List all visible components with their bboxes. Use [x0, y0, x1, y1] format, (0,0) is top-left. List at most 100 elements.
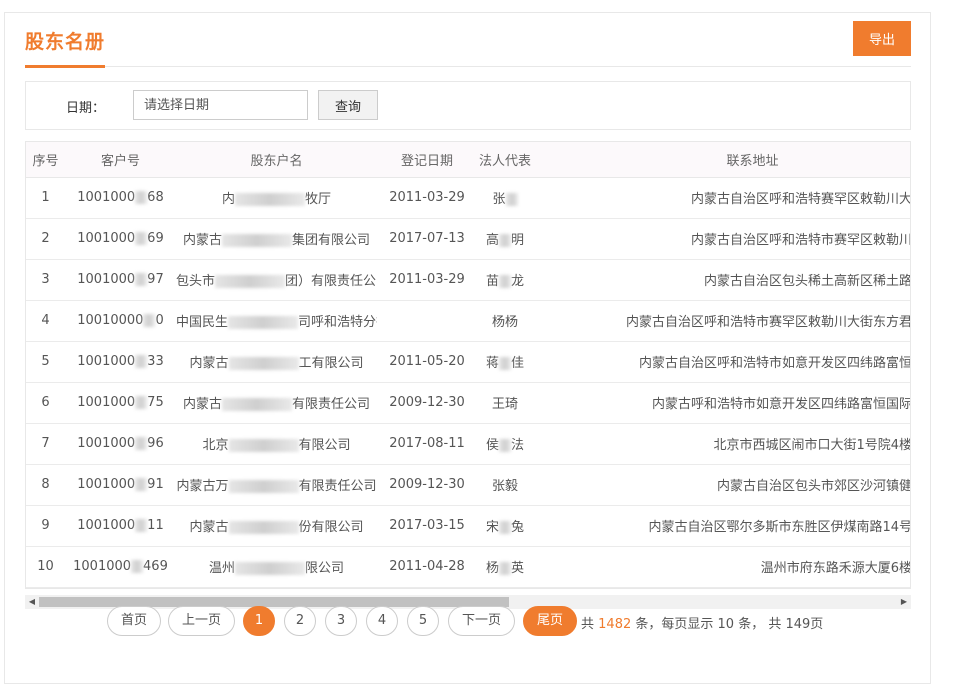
cell-address: 内蒙古自治区包头稀土高新区稀土路 — [533, 259, 910, 301]
cell-customer-id: 10010000 0 — [65, 300, 176, 342]
redacted-mask — [222, 398, 292, 411]
table-row: 2 1001000 69 内蒙古 集团有限公司 2017-07-13 高明内蒙古自治区呼和浩… — [26, 218, 910, 260]
col-header-customer-id: 客户号 — [65, 142, 176, 178]
cell-address: 内蒙古自治区呼和浩特市赛罕区敕勒川大街东方君 — [533, 300, 910, 342]
cell-account-name: 内牧厅 — [176, 177, 377, 219]
shareholder-panel: 股东名册 导出 日期： 查询 序号 客户号 股东户名 登记日期 法人代表 联系地… — [4, 12, 931, 684]
table-row: 9 1001000 11 内蒙古 份有限公司 2017-03-15 宋兔内蒙古自治区鄂尔多斯… — [26, 505, 910, 547]
cell-account-name: 内蒙古 份有限公司 — [176, 505, 377, 547]
cell-index: 4 — [26, 300, 65, 342]
col-header-legal-rep: 法人代表 — [477, 142, 533, 178]
total-count: 1482 — [598, 617, 632, 632]
redacted-mask — [135, 396, 148, 409]
redacted-mask — [499, 275, 511, 288]
title-bar: 股东名册 导出 — [25, 13, 911, 68]
table-row: 1 1001000 68 内牧厅 2011-03-29 张内蒙古自治区呼和浩特赛罕区敕勒川… — [26, 177, 910, 219]
cell-address: 内蒙古自治区呼和浩特市如意开发区四纬路富恒 — [533, 341, 910, 383]
cell-index: 3 — [26, 259, 65, 301]
last-page-button[interactable]: 尾页 — [523, 606, 577, 636]
cell-register-date — [377, 300, 477, 342]
next-page-button[interactable]: 下一页 — [448, 606, 515, 636]
table-row: 4100100000中国民生司呼和浩特分行 杨杨内蒙古自治区呼和浩特市赛罕区敕勒川… — [26, 300, 910, 342]
redacted-mask — [135, 191, 148, 204]
date-input[interactable] — [133, 90, 308, 120]
table-row: 5 1001000 33 内蒙古 工有限公司 2011-05-20 蒋佳内蒙古自治区呼和浩特… — [26, 341, 910, 383]
filter-bar: 日期： 查询 — [25, 81, 911, 130]
export-button[interactable]: 导出 — [853, 21, 911, 56]
cell-customer-id: 1001000 91 — [65, 464, 176, 506]
cell-account-name: 包头市团）有限责任公司 — [176, 259, 377, 301]
col-header-register-date: 登记日期 — [377, 142, 477, 178]
redacted-mask — [235, 562, 305, 575]
page-button-1[interactable]: 1 — [243, 606, 275, 636]
cell-register-date: 2009-12-30 — [377, 464, 477, 506]
first-page-button[interactable]: 首页 — [107, 606, 161, 636]
cell-index: 9 — [26, 505, 65, 547]
redacted-mask — [222, 234, 292, 247]
cell-address: 内蒙古自治区包头市郊区沙河镇健 — [533, 464, 910, 506]
cell-account-name: 内蒙古 有限责任公司 — [176, 382, 377, 424]
cell-index: 8 — [26, 464, 65, 506]
cell-account-name: 北京 有限公司 — [176, 423, 377, 465]
cell-register-date: 2017-07-13 — [377, 218, 477, 260]
cell-account-name: 内蒙古万 有限责任公司 — [176, 464, 377, 506]
redacted-mask — [499, 521, 511, 534]
redacted-mask — [505, 193, 518, 206]
cell-customer-id: 1001000 96 — [65, 423, 176, 465]
cell-customer-id: 1001000 11 — [65, 505, 176, 547]
cell-register-date: 2011-03-29 — [377, 259, 477, 301]
table-row: 10 1001000 469 温州 限公司 2011-04-28 杨英温州市府东路禾源大厦6… — [26, 546, 910, 588]
cell-customer-id: 1001000 75 — [65, 382, 176, 424]
cell-legal-rep: 宋兔 — [477, 505, 533, 547]
cell-legal-rep: 蒋佳 — [477, 341, 533, 383]
cell-index: 5 — [26, 341, 65, 383]
redacted-mask — [143, 314, 156, 327]
cell-legal-rep: 杨英 — [477, 546, 533, 588]
cell-register-date: 2017-08-11 — [377, 423, 477, 465]
cell-address: 内蒙古呼和浩特市如意开发区四纬路富恒国际 — [533, 382, 910, 424]
cell-account-name: 中国民生司呼和浩特分行 — [176, 300, 377, 342]
col-header-account-name: 股东户名 — [176, 142, 377, 178]
cell-register-date: 2009-12-30 — [377, 382, 477, 424]
query-button[interactable]: 查询 — [318, 90, 378, 120]
col-header-index: 序号 — [26, 142, 65, 178]
page-button-2[interactable]: 2 — [284, 606, 316, 636]
cell-customer-id: 1001000 469 — [65, 546, 176, 588]
redacted-mask — [499, 357, 511, 370]
date-label: 日期： — [66, 101, 106, 116]
cell-legal-rep: 张 — [477, 177, 533, 219]
redacted-mask — [215, 275, 286, 288]
pagination: 首页 上一页 1 2 3 4 5 下一页 尾页 共 1482 条，每页显示 10… — [0, 606, 955, 638]
cell-register-date: 2017-03-15 — [377, 505, 477, 547]
cell-account-name: 内蒙古 工有限公司 — [176, 341, 377, 383]
pager-info-prefix: 共 — [581, 617, 595, 632]
page-button-5[interactable]: 5 — [407, 606, 439, 636]
cell-index: 10 — [26, 546, 65, 588]
redacted-mask — [135, 519, 148, 532]
redacted-mask — [135, 478, 148, 491]
redacted-mask — [135, 355, 148, 368]
redacted-mask — [135, 437, 148, 450]
cell-register-date: 2011-05-20 — [377, 341, 477, 383]
shareholder-table-container[interactable]: 序号 客户号 股东户名 登记日期 法人代表 联系地址 1 1001000 68 内牧厅… — [25, 141, 911, 589]
col-header-address: 联系地址 — [533, 142, 910, 178]
page-button-3[interactable]: 3 — [325, 606, 357, 636]
redacted-mask — [499, 234, 511, 247]
table-header-row: 序号 客户号 股东户名 登记日期 法人代表 联系地址 — [26, 142, 910, 178]
redacted-mask — [228, 316, 299, 329]
table-row: 7 1001000 96 北京 有限公司 2017-08-11 侯法北京市西城区闹市口大街1… — [26, 423, 910, 465]
cell-customer-id: 1001000 97 — [65, 259, 176, 301]
table-row: 8 1001000 91 内蒙古万 有限责任公司 2009-12-30 张毅 内蒙古自治区包头… — [26, 464, 910, 506]
cell-address: 温州市府东路禾源大厦6楼 — [533, 546, 910, 588]
cell-index: 2 — [26, 218, 65, 260]
cell-index: 7 — [26, 423, 65, 465]
cell-address: 内蒙古自治区呼和浩特市赛罕区敕勒川 — [533, 218, 910, 260]
cell-address: 北京市西城区闹市口大街1号院4楼 — [533, 423, 910, 465]
prev-page-button[interactable]: 上一页 — [168, 606, 235, 636]
title-underline — [25, 65, 105, 68]
cell-legal-rep: 高明 — [477, 218, 533, 260]
page-button-4[interactable]: 4 — [366, 606, 398, 636]
cell-customer-id: 1001000 69 — [65, 218, 176, 260]
cell-legal-rep: 王琦 — [477, 382, 533, 424]
cell-customer-id: 1001000 68 — [65, 177, 176, 219]
